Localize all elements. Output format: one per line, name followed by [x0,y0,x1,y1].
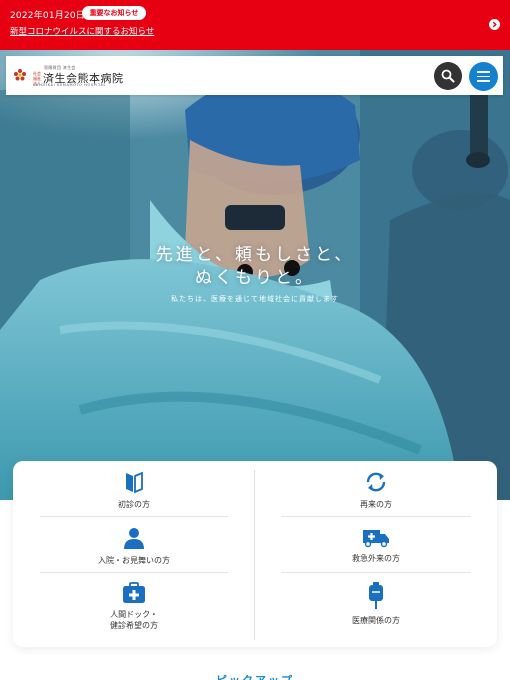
search-icon [441,69,455,83]
row-divider [281,516,471,517]
hospital-logo-icon[interactable] [13,68,27,82]
emergency-link[interactable]: 救急外来の方 [281,526,471,564]
first-visit-label: 初診の方 [118,500,150,509]
logo-english: SAISEIKAI KUMAMOTO HOSPITAL [33,83,107,87]
search-button[interactable] [434,62,462,90]
hero-catch-line2: ぬくもりと。 [195,268,315,288]
alert-bar: 2022年01月20日 重要なお知らせ 新型コロナウイルスに関するお知らせ [0,0,510,50]
card-divider [254,470,255,640]
inpatient-label: 入院・お見舞いの方 [98,556,170,565]
hero-subcopy: 私たちは、医療を通じて地域社会に貢献します [171,295,339,303]
row-divider [281,572,471,573]
arrow-right-icon[interactable] [489,19,500,30]
book-icon [126,471,143,494]
ambulance-icon [363,530,389,548]
row-divider [40,572,228,573]
covid-notice-link[interactable]: 新型コロナウイルスに関するお知らせ [10,25,154,37]
refresh-icon [366,472,386,492]
site-header: 恩賜財団 済生会 社会福祉法人 済生会熊本病院 SAISEIKAI KUMAMO… [6,56,503,95]
alert-date: 2022年01月20日 [10,11,86,21]
menu-button[interactable] [469,62,498,91]
emergency-label: 救急外来の方 [352,554,400,563]
return-visit-label: 再来の方 [360,500,392,509]
medical-professional-link[interactable]: 医療関係の方 [281,582,471,626]
iv-drip-icon [369,582,383,609]
person-icon [124,528,144,549]
return-visit-link[interactable]: 再来の方 [281,470,471,510]
hero-catch-line1: 先進と、頼もしさと、 [155,245,355,265]
medical-professional-label: 医療関係の方 [352,616,400,625]
row-divider [40,516,228,517]
first-aid-kit-icon [123,582,145,603]
menu-icon [477,71,490,73]
inpatient-link[interactable]: 入院・お見舞いの方 [40,526,228,566]
important-notice-badge: 重要なお知らせ [82,6,146,20]
health-checkup-link[interactable]: 人間ドック・ 健診希望の方 [40,582,228,631]
first-visit-link[interactable]: 初診の方 [40,470,228,510]
health-checkup-label: 人間ドック・ 健診希望の方 [110,610,158,630]
pickup-heading: ピックアップ [0,672,510,680]
